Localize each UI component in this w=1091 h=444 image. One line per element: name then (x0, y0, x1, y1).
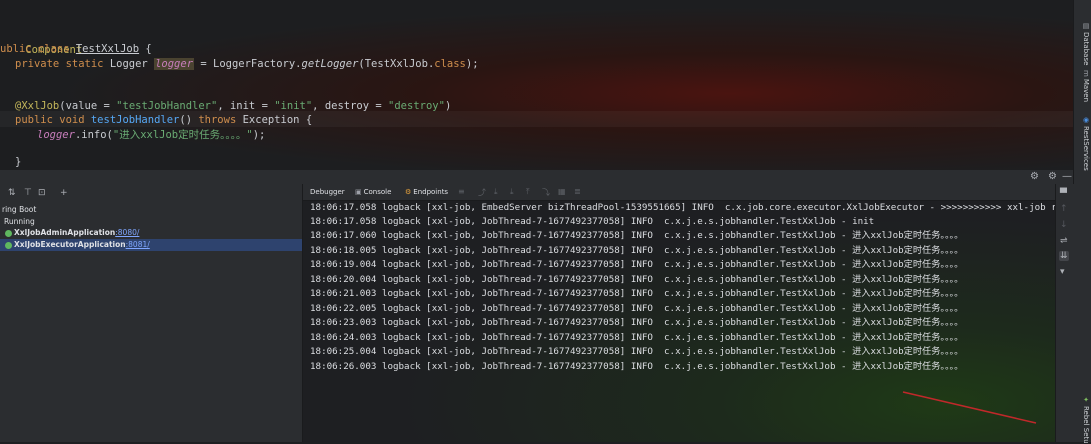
spring-boot-app-icon (5, 241, 12, 249)
rest-services-icon: ◉ (1082, 116, 1090, 124)
services-tree: ⇅ ⊤ ⊡ + ring Boot Running XxlJobAdminApp… (0, 184, 303, 442)
code-line-method-decl: public void testJobHandler() throws Exce… (15, 112, 312, 128)
scroll-to-end-icon[interactable]: ⇊ (1059, 251, 1069, 261)
keyword-token: ublic class (0, 43, 76, 55)
app-name: XxlJobExecutorApplication (14, 240, 126, 249)
port-link[interactable]: :8080/ (115, 228, 139, 237)
log-line: 18:06:18.005 logback [xxl-job, JobThread… (310, 245, 964, 256)
log-line: 18:06:25.004 logback [xxl-job, JobThread… (310, 346, 964, 357)
group-icon[interactable]: ⊡ (38, 188, 46, 198)
add-icon[interactable]: + (60, 188, 68, 198)
method-token: getLogger (301, 58, 359, 70)
string-token: "testJobHandler" (116, 100, 218, 112)
logger-variable-token[interactable]: logger (154, 58, 195, 70)
console-tab-bar: Debugger ▣ Console ⚙ Endpoints ≡ ⤴ ⤓ ⤓ ⤒ ⤵… (303, 184, 1055, 201)
paren-token: () (179, 114, 199, 126)
param-token: (value = (59, 100, 117, 112)
log-line: 18:06:19.004 logback [xxl-job, JobThread… (310, 259, 964, 270)
run-console: Debugger ▣ Console ⚙ Endpoints ≡ ⤴ ⤓ ⤓ ⤒ ⤵… (303, 184, 1055, 442)
database-tab[interactable]: ▤Database (1076, 22, 1090, 65)
settings-icon[interactable]: ⚙ (1030, 171, 1039, 182)
keyword-token: throws (198, 114, 243, 126)
type-token: Logger (109, 58, 155, 70)
step-into-icon[interactable]: ⤓ (494, 187, 498, 197)
code-line-class-decl: ublic class TestXxlJob { (0, 41, 152, 57)
code-line-logger-info: logger.info("进入xxlJob定时任务。。。。"); (37, 127, 265, 143)
keyword-token: private static (15, 58, 110, 70)
tree-node-spring-boot[interactable]: ring Boot (2, 204, 302, 216)
assign-token: = LoggerFactory. (194, 58, 302, 70)
string-token: "init" (274, 100, 313, 112)
log-line: 18:06:17.060 logback [xxl-job, JobThread… (310, 230, 964, 241)
soft-wrap-icon[interactable]: ⇌ (1060, 236, 1068, 246)
log-line: 18:06:23.003 logback [xxl-job, JobThread… (310, 317, 964, 328)
menu-icon[interactable]: ≡ (458, 187, 465, 196)
brace-token: { (139, 43, 152, 55)
code-line-logger: private static Logger logger = LoggerFac… (15, 56, 479, 72)
brace-token: } (15, 156, 22, 168)
evaluate-icon[interactable]: ▦ (558, 187, 566, 196)
log-line: 18:06:20.004 logback [xxl-job, JobThread… (310, 274, 964, 285)
maven-icon: m (1082, 70, 1090, 77)
scroll-down-icon[interactable]: ↓ (1060, 220, 1068, 230)
log-line: 18:06:17.058 logback [xxl-job, EmbedServ… (310, 202, 1055, 213)
string-token: "进入xxlJob定时任务。。。。" (112, 129, 253, 141)
log-line: 18:06:21.003 logback [xxl-job, JobThread… (310, 288, 964, 299)
print-icon[interactable]: ▀ (1060, 189, 1067, 199)
minimize-icon[interactable]: — (1062, 171, 1072, 182)
class-name-token[interactable]: TestXxlJob (76, 43, 139, 55)
scroll-up-icon[interactable]: ↑ (1060, 204, 1068, 214)
param-token: , destroy = (312, 100, 389, 112)
tab-endpoints[interactable]: ⚙ Endpoints (405, 188, 448, 196)
database-icon: ▤ (1082, 22, 1090, 30)
services-header: ⚙ ⚙ — (0, 170, 1073, 185)
code-line-close-brace: } (15, 154, 21, 170)
run-to-cursor-icon[interactable]: ⤵ (542, 187, 550, 198)
endpoints-icon: ⚙ (405, 188, 412, 196)
log-line: 18:06:17.058 logback [xxl-job, JobThread… (310, 216, 875, 227)
args-token: (TestXxlJob. (358, 58, 435, 70)
tree-node-executor-app[interactable]: XxlJobExecutorApplication:8081/ (0, 239, 302, 251)
param-token: ) (444, 100, 452, 112)
gear-icon[interactable]: ⚙ (1048, 171, 1057, 182)
trace-icon[interactable]: ≣ (574, 187, 581, 196)
console-icon: ▣ (355, 188, 362, 196)
maven-tab[interactable]: mMaven (1076, 70, 1090, 102)
brace-token: { (299, 114, 313, 126)
log-line: 18:06:22.005 logback [xxl-job, JobThread… (310, 303, 964, 314)
spring-boot-app-icon (5, 229, 12, 237)
tree-node-admin-app[interactable]: XxlJobAdminApplication:8080/ (0, 227, 302, 239)
keyword-token: class (434, 58, 466, 70)
rest-services-tab[interactable]: ◉RestServices (1076, 116, 1090, 171)
rebel-setup-tab[interactable]: ✦Rebel Setu (1076, 396, 1090, 444)
tab-debugger[interactable]: Debugger (310, 188, 345, 196)
console-side-toolbar: ▀ ↑ ↓ ⇌ ⇊ ▾ (1055, 184, 1074, 442)
log-line: 18:06:26.003 logback [xxl-job, JobThread… (310, 361, 964, 372)
force-step-into-icon[interactable]: ⤓ (510, 187, 514, 197)
logger-variable-token: logger (37, 129, 75, 141)
code-line-annotation: Component (0, 26, 82, 56)
step-out-icon[interactable]: ⤒ (526, 187, 530, 197)
end-token: ); (465, 58, 479, 70)
exception-token: Exception (242, 114, 300, 126)
method-name-token: testJobHandler (90, 114, 180, 126)
code-editor[interactable]: Component ublic class TestXxlJob { priva… (0, 0, 1073, 170)
app-name: XxlJobAdminApplication (14, 228, 116, 237)
rebel-icon: ✦ (1082, 396, 1090, 404)
call-token: .info( (74, 129, 113, 141)
string-token: "destroy" (388, 100, 445, 112)
end-token: ); (252, 129, 266, 141)
step-over-icon[interactable]: ⤴ (478, 187, 486, 198)
annotation-token: @XxlJob (15, 100, 60, 112)
keyword-token: public void (15, 114, 91, 126)
port-link[interactable]: :8081/ (126, 240, 150, 249)
filter-icon[interactable]: ⊤ (24, 188, 32, 198)
clear-icon[interactable]: ▾ (1060, 267, 1065, 277)
tab-console[interactable]: ▣ Console (355, 188, 391, 196)
log-line: 18:06:24.003 logback [xxl-job, JobThread… (310, 332, 964, 343)
right-tool-window-bar: ▤Database mMaven ◉RestServices ✦Rebel Se… (1073, 0, 1091, 444)
expand-all-icon[interactable]: ⇅ (8, 188, 16, 198)
param-token: , init = (217, 100, 275, 112)
